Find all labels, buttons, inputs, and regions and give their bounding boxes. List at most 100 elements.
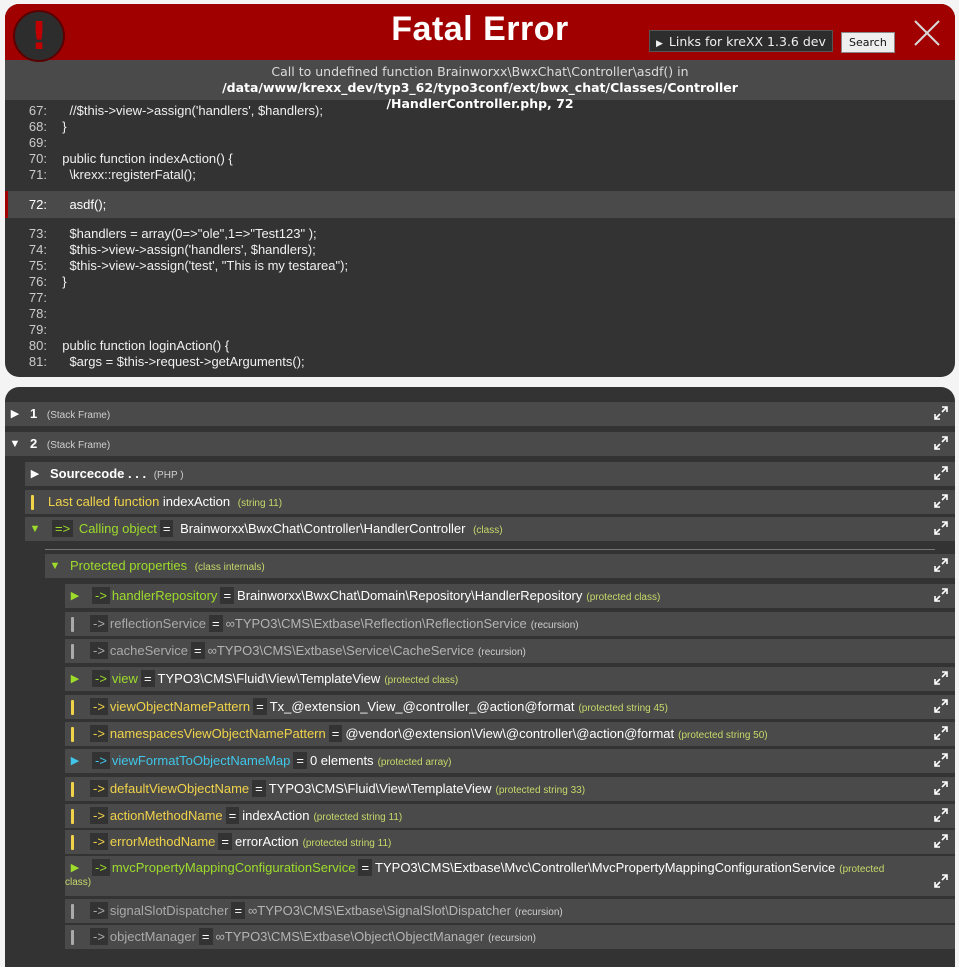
expand-arrows-icon[interactable] [933, 493, 949, 509]
triangle-right-icon: ▶ [70, 755, 80, 767]
stack-frame-1[interactable]: ▶ 1 (Stack Frame) [5, 402, 955, 426]
property-type: (protected array) [377, 757, 452, 768]
expand-arrows-icon[interactable] [933, 587, 949, 603]
property-value: Tx_@extension_View_@controller_@action@f… [269, 699, 575, 714]
equals-sign: = [218, 833, 233, 850]
line-number: 81: [28, 354, 47, 369]
code-line: 69: [5, 135, 955, 151]
property-row-namespacesViewObjectNamePattern: -> namespacesViewObjectNamePattern = @vendo… [65, 722, 955, 746]
links-button[interactable]: ▶ Links for kreXX 1.3.6 dev [649, 30, 833, 52]
arrow-sign: -> [90, 642, 108, 659]
equals-sign: = [231, 902, 246, 919]
line-number: 74: [28, 242, 47, 257]
code-line: 68: } [5, 119, 955, 135]
frame-label: (Stack Frame) [46, 440, 111, 451]
property-type: (protected class) [586, 592, 661, 603]
equals-sign: = [140, 670, 155, 687]
expand-arrows-icon[interactable] [933, 780, 949, 796]
property-type: (protected string 45) [578, 703, 668, 714]
property-name: defaultViewObjectName [109, 781, 250, 796]
property-row-mvcPropertyMappingConfigurationService[interactable]: ▶ -> mvcPropertyMappingConfigurationServic… [65, 856, 955, 896]
arrow-sign: -> [92, 752, 110, 769]
property-type: (recursion) [478, 647, 526, 658]
property-name: mvcPropertyMappingConfigurationService [111, 860, 356, 875]
triangle-down-icon: ▼ [9, 438, 21, 450]
property-value: ∞TYPO3\CMS\Extbase\Reflection\Reflection… [225, 616, 527, 631]
property-value: indexAction [242, 808, 310, 823]
line-number: 76: [28, 274, 47, 289]
stack-frame-2[interactable]: ▼ 2 (Stack Frame) [5, 432, 955, 456]
search-button[interactable]: Search [841, 32, 895, 53]
expand-arrows-icon[interactable] [933, 670, 949, 686]
line-number: 69: [28, 135, 47, 150]
property-value: @vendor\@extension\View\@controller\@act… [345, 726, 675, 741]
arrow-sign: -> [90, 807, 108, 824]
type-bar [71, 782, 74, 797]
code-line: 70: public function indexAction() { [5, 151, 955, 167]
line-number: 68: [28, 119, 47, 134]
expand-arrows-icon[interactable] [933, 752, 949, 768]
property-value: ∞TYPO3\CMS\Extbase\Object\ObjectManager [215, 929, 485, 944]
arrow-sign: -> [90, 928, 108, 945]
property-name: objectManager [109, 929, 196, 944]
expand-arrows-icon[interactable] [933, 698, 949, 714]
line-number: 73: [28, 226, 47, 241]
property-value: TYPO3\CMS\Fluid\View\TemplateView [268, 781, 492, 796]
type-bar [71, 644, 74, 659]
equals-sign: = [328, 725, 343, 742]
expand-arrows-icon[interactable] [933, 557, 949, 573]
property-type: (recursion) [488, 933, 536, 944]
type-bar [71, 617, 74, 632]
arrow-sign: -> [90, 833, 108, 850]
close-icon[interactable] [912, 18, 942, 48]
type-bar [71, 727, 74, 742]
line-source: $args = $this->request->getArguments(); [55, 354, 305, 369]
property-name: handlerRepository [111, 588, 218, 603]
property-type-cont: class) [65, 877, 92, 888]
equals-sign: = [253, 698, 267, 715]
calling-value: Brainworxx\BwxChat\Controller\HandlerCon… [180, 521, 466, 536]
triangle-right-icon: ▶ [70, 673, 80, 685]
type-bar [71, 904, 74, 919]
property-row-handlerRepository[interactable]: ▶ -> handlerRepository = Brainworxx\BwxChat\… [65, 584, 955, 608]
property-name: cacheService [109, 643, 188, 658]
arrow-sign: -> [90, 698, 108, 715]
sourcecode-toggle[interactable]: ▶ Sourcecode . . . (PHP ) [25, 462, 955, 486]
expand-arrows-icon[interactable] [933, 405, 949, 421]
property-name: signalSlotDispatcher [109, 903, 229, 918]
property-row-view[interactable]: ▶ -> view = TYPO3\CMS\Fluid\View\TemplateVie… [65, 667, 955, 691]
triangle-right-icon: ▶ [30, 468, 40, 480]
property-name: reflectionService [109, 616, 207, 631]
expand-arrows-icon[interactable] [933, 807, 949, 823]
property-name: viewObjectNamePattern [109, 699, 251, 714]
property-row-viewFormatToObjectNameMap[interactable]: ▶ -> viewFormatToObjectNameMap = 0 elements(… [65, 749, 955, 773]
expand-arrows-icon[interactable] [933, 520, 949, 536]
line-source: $handlers = array(0=>"ole",1=>"Test123" … [55, 226, 317, 241]
expand-arrows-icon[interactable] [933, 465, 949, 481]
type-bar [71, 700, 74, 715]
line-number: 71: [28, 167, 47, 182]
property-value: 0 elements [309, 753, 374, 768]
property-value: TYPO3\CMS\Fluid\View\TemplateView [157, 671, 381, 686]
line-source: $this->view->assign('test', "This is my … [55, 258, 349, 273]
line-source: } [55, 274, 67, 289]
expand-arrows-icon[interactable] [933, 725, 949, 741]
expand-arrows-icon[interactable] [933, 873, 949, 889]
arrow-sign: -> [90, 780, 108, 797]
expand-arrows-icon[interactable] [933, 833, 949, 849]
equals-sign: = [225, 807, 240, 824]
calling-object-row[interactable]: ▼ => Calling object = Brainworxx\BwxChat\… [25, 517, 955, 541]
equals-sign: = [159, 520, 174, 537]
arrow-sign: -> [90, 615, 108, 632]
protected-key: Protected properties [70, 558, 188, 573]
expand-arrows-icon[interactable] [933, 435, 949, 451]
code-line: 71: \krexx::registerFatal(); [5, 167, 955, 183]
equals-sign: = [252, 780, 266, 797]
code-line: 76: } [5, 274, 955, 290]
arrow-sign: -> [90, 902, 108, 919]
type-bar [71, 809, 74, 824]
calling-arrow: => [52, 520, 74, 537]
property-name: view [111, 671, 138, 686]
property-row-signalSlotDispatcher: -> signalSlotDispatcher = ∞TYPO3\CMS\Extbas… [65, 899, 955, 923]
protected-properties-row[interactable]: ▼ Protected properties (class internals) [45, 554, 955, 578]
